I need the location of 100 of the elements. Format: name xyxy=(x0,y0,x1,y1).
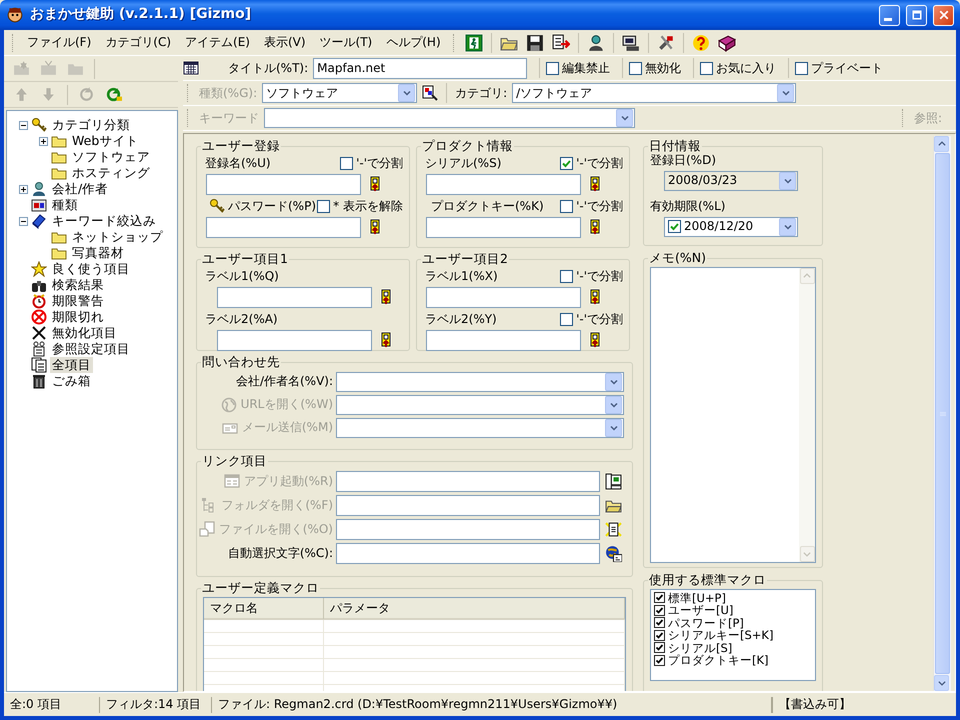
scroll-down-button[interactable] xyxy=(934,675,949,691)
checkbox[interactable] xyxy=(560,156,574,170)
dropdown-button[interactable] xyxy=(605,372,622,390)
checkbox[interactable] xyxy=(654,630,665,641)
palette-icon[interactable] xyxy=(422,85,438,101)
save-icon[interactable] xyxy=(526,34,544,52)
menu-item[interactable]: アイテム(E) xyxy=(179,34,256,51)
text-field[interactable] xyxy=(336,494,600,516)
checkbox[interactable] xyxy=(700,62,714,74)
new-document-icon[interactable] xyxy=(605,520,622,538)
text-field[interactable] xyxy=(336,542,600,564)
tree-item[interactable]: 種類 xyxy=(50,197,80,213)
exit-icon[interactable] xyxy=(464,34,483,52)
checkbox[interactable] xyxy=(654,654,665,666)
user-icon[interactable] xyxy=(586,34,605,52)
minimize-button[interactable] xyxy=(879,4,900,26)
close-button[interactable] xyxy=(933,4,954,26)
tree-item[interactable]: Webサイト xyxy=(70,133,140,149)
text-field[interactable] xyxy=(206,216,361,238)
monitor-icon[interactable] xyxy=(622,34,640,52)
dropdown-button[interactable] xyxy=(779,172,796,190)
maximize-button[interactable] xyxy=(906,4,927,26)
checkbox[interactable] xyxy=(629,62,642,74)
date-checkbox[interactable] xyxy=(668,220,681,233)
expand-toggle[interactable] xyxy=(19,120,28,130)
expand-toggle[interactable] xyxy=(19,216,28,226)
text-field[interactable] xyxy=(206,174,361,194)
expand-toggle[interactable] xyxy=(19,184,28,194)
checkbox[interactable] xyxy=(317,200,330,212)
help-icon[interactable] xyxy=(692,34,710,52)
checkbox[interactable] xyxy=(560,270,574,282)
checkbox[interactable] xyxy=(560,200,574,212)
keyword-dropdown[interactable] xyxy=(264,108,635,128)
date-picker[interactable]: 2008/03/23 xyxy=(664,170,798,190)
tree-item[interactable]: 全項目 xyxy=(50,357,93,373)
text-field[interactable] xyxy=(217,286,372,308)
text-field[interactable] xyxy=(336,470,600,492)
checkbox[interactable] xyxy=(654,604,665,616)
text-field[interactable] xyxy=(426,286,581,308)
checkbox-label: シリアル[S] xyxy=(668,640,732,655)
menu-item[interactable]: ツール(T) xyxy=(314,34,378,51)
text-field[interactable] xyxy=(426,330,581,350)
menu-item[interactable]: ファイル(F) xyxy=(21,34,98,51)
checkbox[interactable] xyxy=(560,312,574,326)
scrollbar[interactable] xyxy=(933,136,951,691)
tree-item[interactable]: ソフトウェア xyxy=(70,149,152,165)
text-field[interactable] xyxy=(426,174,581,194)
status-text: 全:0 項目 xyxy=(4,696,100,712)
tree-item[interactable]: 期限切れ xyxy=(50,309,106,325)
column-header[interactable]: パラメータ xyxy=(324,598,625,618)
checkbox[interactable] xyxy=(654,592,665,604)
tree-item[interactable]: ホスティング xyxy=(70,165,152,181)
dropdown-button[interactable] xyxy=(605,418,622,436)
scroll-up-button[interactable] xyxy=(934,136,949,152)
field-label: パスワード(%P) xyxy=(228,198,316,214)
tools-icon[interactable] xyxy=(656,34,675,52)
checkbox[interactable] xyxy=(546,62,560,74)
tree-item[interactable]: 写真器材 xyxy=(70,245,126,261)
export-icon[interactable] xyxy=(552,34,570,52)
checkbox[interactable] xyxy=(795,62,808,74)
date-picker[interactable]: 2008/12/20 xyxy=(664,216,798,236)
dropdown-field[interactable] xyxy=(336,372,624,392)
tree-item[interactable]: ごみ箱 xyxy=(50,373,93,389)
tree-item[interactable]: 参照設定項目 xyxy=(50,341,132,357)
category-dropdown[interactable]: /ソフトウェア xyxy=(512,83,796,103)
dropdown-button[interactable] xyxy=(616,109,633,127)
dropdown-button[interactable] xyxy=(777,84,794,102)
checkbox[interactable] xyxy=(654,617,665,628)
globe-icon[interactable] xyxy=(605,544,622,562)
text-field[interactable] xyxy=(217,330,372,350)
dropdown-field[interactable] xyxy=(336,394,624,414)
dropdown-field[interactable] xyxy=(336,418,624,438)
tree-item[interactable]: 検索結果 xyxy=(50,277,106,293)
tree-item[interactable]: 無効化項目 xyxy=(50,325,119,341)
dropdown-button[interactable] xyxy=(398,84,416,102)
tree-item[interactable]: キーワード絞込み xyxy=(50,213,158,229)
tree-item[interactable]: ネットショップ xyxy=(70,229,165,245)
tree-item[interactable]: 会社/作者 xyxy=(50,181,110,197)
scroll-thumb[interactable] xyxy=(935,153,950,674)
scroll-up-button[interactable] xyxy=(800,268,814,284)
tree-item[interactable]: 良く使う項目 xyxy=(50,261,132,277)
expand-toggle[interactable] xyxy=(39,136,48,146)
tree-item[interactable]: カテゴリ分類 xyxy=(50,117,132,133)
computer-icon[interactable] xyxy=(605,472,622,490)
dropdown-button[interactable] xyxy=(779,218,796,236)
text-field[interactable] xyxy=(426,216,581,238)
calendar-icon[interactable] xyxy=(183,60,199,76)
menu-item[interactable]: 表示(V) xyxy=(258,34,312,51)
dropdown-button[interactable] xyxy=(605,396,622,414)
menu-item[interactable]: カテゴリ(C) xyxy=(99,34,178,51)
sync-icon[interactable] xyxy=(105,86,122,103)
menu-item[interactable]: ヘルプ(H) xyxy=(380,34,447,51)
field-label: カテゴリ: xyxy=(455,86,508,100)
tree-item[interactable]: 期限警告 xyxy=(50,293,106,309)
text-field[interactable] xyxy=(336,518,600,540)
column-header[interactable]: マクロ名 xyxy=(204,598,324,618)
checkbox[interactable] xyxy=(340,156,354,170)
title-field[interactable]: Mapfan.net xyxy=(313,58,528,78)
checkbox[interactable] xyxy=(654,642,665,654)
group-title: ユーザー登録 xyxy=(201,140,281,152)
